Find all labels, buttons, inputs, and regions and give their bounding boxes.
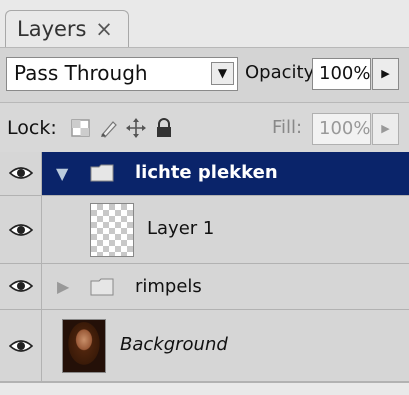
expand-triangle-icon[interactable]: ▼ [56,164,68,183]
blend-mode-select[interactable]: Pass Through ▼ [6,57,238,91]
blend-mode-value: Pass Through [14,61,148,85]
lock-all-icon[interactable] [153,117,175,139]
visibility-toggle[interactable] [0,264,42,309]
lock-label: Lock: [7,117,57,139]
eye-icon [9,280,33,292]
visibility-toggle[interactable] [0,196,42,263]
tab-layers[interactable]: Layers × [5,10,129,47]
layer-row-lichte-plekken[interactable]: ▼ lichte plekken [0,152,409,196]
layer-thumbnail[interactable] [90,203,134,257]
folder-icon [90,164,114,182]
layer-name[interactable]: Layer 1 [147,218,214,239]
layer-row-layer-1[interactable]: Layer 1 [0,196,409,264]
tab-label: Layers [17,17,87,41]
fill-label: Fill: [272,117,303,138]
visibility-toggle[interactable] [0,152,42,195]
visibility-toggle[interactable] [0,310,42,381]
chevron-down-icon[interactable]: ▼ [211,62,234,85]
layer-name[interactable]: Background [120,334,228,355]
collapse-triangle-icon[interactable]: ▶ [57,277,69,296]
opacity-slider-button[interactable]: ▶ [372,58,399,90]
close-icon[interactable]: × [95,17,113,41]
eye-icon [9,167,33,179]
lock-position-icon[interactable] [125,117,147,139]
layer-row-background[interactable]: Background [0,310,409,382]
layer-name[interactable]: lichte plekken [135,162,278,183]
blend-opacity-row: Pass Through ▼ Opacity: 100% ▶ [0,47,409,103]
layer-row-rimpels[interactable]: ▶ rimpels [0,264,409,310]
panel-bottom-bar [0,382,409,395]
fill-slider-button[interactable]: ▶ [372,113,399,145]
eye-icon [9,224,33,236]
lock-transparent-pixels-icon[interactable] [70,117,92,139]
panel-tab-strip: Layers × [0,0,409,47]
fill-input[interactable]: 100% [312,113,371,145]
lock-fill-row: Lock: Fill: 100% ▶ [0,102,409,154]
layer-name[interactable]: rimpels [135,276,202,297]
folder-icon [90,278,114,296]
opacity-input[interactable]: 100% [312,58,371,90]
eye-icon [9,340,33,352]
opacity-label: Opacity: [245,62,319,83]
photo-thumbnail[interactable] [62,319,106,373]
lock-image-pixels-icon[interactable] [98,117,120,139]
